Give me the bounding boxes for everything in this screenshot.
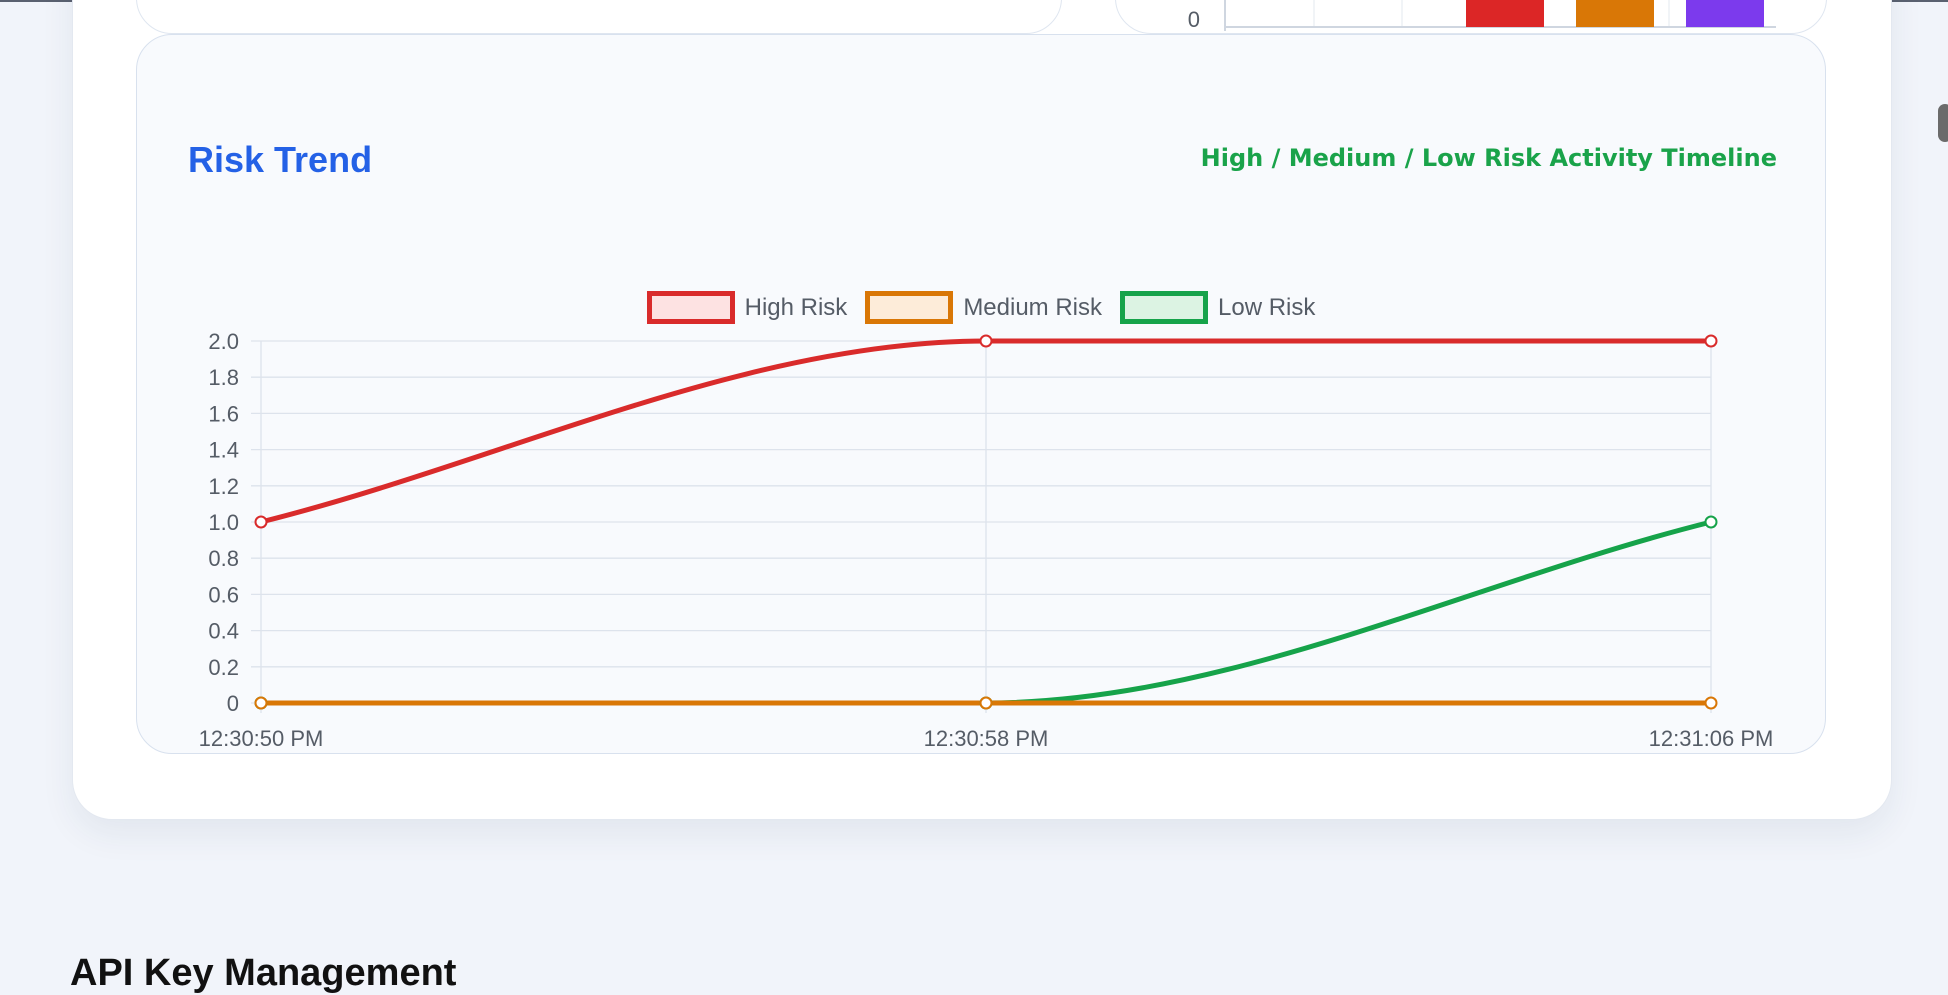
data-point-high-risk[interactable]: [254, 515, 268, 529]
partial-bar-chart: 0: [1188, 0, 1776, 32]
y-axis-ticks: 0 0.2 0.4 0.6 0.8 1.0 1.2 1.4 1.6 1.8 2.0: [208, 329, 239, 716]
y-tick-label: 0.8: [208, 546, 239, 571]
y-tick-label: 0.6: [208, 582, 239, 607]
y-tick-label: 0: [227, 691, 239, 716]
y-tick-label: 1.8: [208, 365, 239, 390]
y-tick-label: 2.0: [208, 329, 239, 354]
data-point-medium-risk[interactable]: [979, 696, 993, 710]
bar-chart-y-tick-zero: 0: [1188, 7, 1200, 32]
page-scrollbar-thumb[interactable]: [1938, 104, 1948, 142]
x-tick-label: 12:30:58 PM: [924, 726, 1049, 751]
bar-chart-bars: [1466, 0, 1764, 27]
y-tick-label: 1.2: [208, 474, 239, 499]
y-tick-label: 1.0: [208, 510, 239, 535]
x-tick-label: 12:30:50 PM: [199, 726, 324, 751]
x-axis-ticks: 12:30:50 PM 12:30:58 PM 12:31:06 PM: [199, 726, 1774, 751]
bar-chart-bar: [1466, 0, 1544, 27]
data-point-high-risk[interactable]: [1704, 334, 1718, 348]
risk-bar-chart-card: 0: [1115, 0, 1827, 34]
data-point-high-risk[interactable]: [979, 334, 993, 348]
x-tick-label: 12:31:06 PM: [1649, 726, 1774, 751]
data-point-medium-risk[interactable]: [254, 696, 268, 710]
data-point-low-risk[interactable]: [1704, 515, 1718, 529]
bar-chart-bar: [1686, 0, 1764, 27]
risk-trend-line-chart: 0 0.2 0.4 0.6 0.8 1.0 1.2 1.4 1.6 1.8 2.0 12:30:50…: [199, 329, 1774, 751]
y-tick-label: 0.4: [208, 619, 239, 644]
y-tick-label: 1.6: [208, 401, 239, 426]
y-tick-label: 0.2: [208, 655, 239, 680]
risk-trend-card: Risk Trend High / Medium / Low Risk Acti…: [136, 34, 1826, 754]
chart-grid: [251, 340, 1712, 713]
data-point-medium-risk[interactable]: [1704, 696, 1718, 710]
bar-chart-bar: [1576, 0, 1654, 27]
risk-distribution-card: [136, 0, 1062, 34]
y-tick-label: 1.4: [208, 438, 239, 463]
